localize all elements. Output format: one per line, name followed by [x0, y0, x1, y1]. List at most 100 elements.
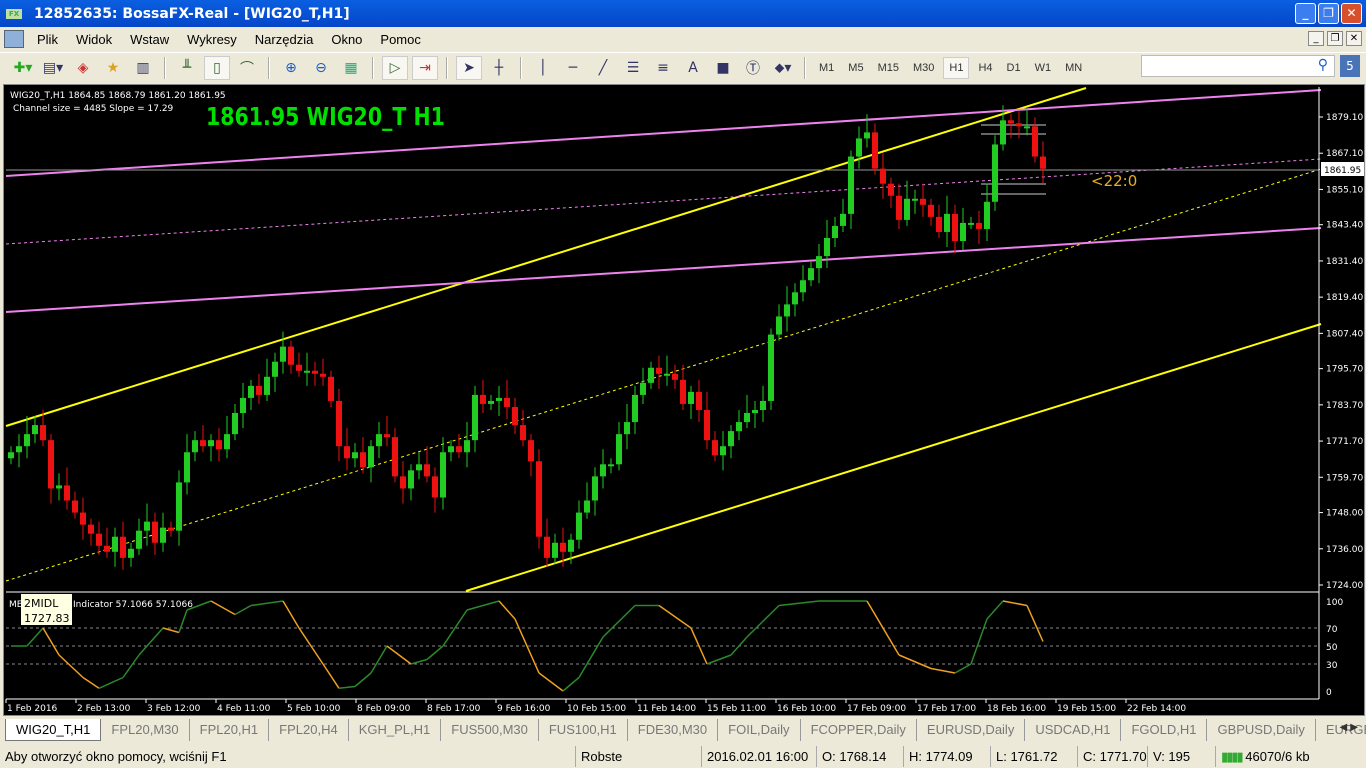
candle-body	[512, 406, 518, 426]
chart-tab[interactable]: GBPUSD,Daily	[1207, 719, 1316, 741]
menu-plik[interactable]: Plik	[28, 32, 67, 47]
candle-body	[944, 213, 950, 232]
candle-body	[592, 476, 598, 501]
chart-tab[interactable]: FGOLD,H1	[1121, 719, 1208, 741]
menu-wykresy[interactable]: Wykresy	[178, 32, 246, 47]
candle-body	[776, 316, 782, 335]
indicator-segment	[578, 636, 604, 678]
line-chart-icon[interactable]: ⌒	[234, 56, 260, 80]
autoscroll-icon[interactable]: ▷	[382, 55, 408, 80]
candle-body	[304, 370, 310, 373]
candle-body	[192, 440, 198, 453]
candle-body	[344, 446, 350, 459]
chart-tab[interactable]: WIG20_T,H1	[5, 719, 102, 741]
candle-body	[712, 440, 718, 456]
vertical-line-icon[interactable]: │	[530, 56, 556, 80]
time-tick-label: 8 Feb 09:00	[357, 704, 411, 714]
status-bar: Aby otworzyć okno pomocy, wciśnij F1 Rob…	[0, 745, 1366, 768]
mdi-chart-icon[interactable]	[4, 30, 24, 48]
timeframe-m1[interactable]: M1	[814, 58, 839, 78]
mdi-close-button[interactable]: ✕	[1346, 31, 1362, 46]
candle-body	[1024, 126, 1030, 129]
menu-wstaw[interactable]: Wstaw	[121, 32, 178, 47]
timeframe-h4[interactable]: H4	[973, 58, 997, 78]
menu-okno[interactable]: Okno	[322, 32, 371, 47]
candlestick-icon[interactable]: ▯	[204, 55, 230, 80]
time-tick-label: 19 Feb 15:00	[1057, 704, 1116, 714]
zoom-in-icon[interactable]: ⊕	[278, 56, 304, 80]
new-chart-icon[interactable]: ✚▾	[10, 56, 36, 80]
bar-close: C: 1771.70	[1077, 746, 1147, 767]
candle-body	[496, 397, 502, 401]
menu-pomoc[interactable]: Pomoc	[371, 32, 429, 47]
search-input[interactable]: ⚲	[1141, 55, 1335, 77]
indicator-segment	[282, 600, 300, 629]
menu-narzedzia[interactable]: Narzędzia	[246, 32, 323, 47]
candle-body	[96, 533, 102, 546]
text-label-icon[interactable]: Ⓣ	[740, 56, 766, 80]
navigator-icon[interactable]: ★	[100, 56, 126, 80]
timeframe-m15[interactable]: M15	[873, 58, 904, 78]
indicator-segment	[354, 672, 372, 688]
chart-shift-icon[interactable]: ⇥	[412, 55, 438, 80]
timeframe-mn[interactable]: MN	[1060, 58, 1087, 78]
tab-scroll-arrows[interactable]: ◀ ▶	[1339, 722, 1358, 733]
chart-tab[interactable]: USDCAD,H1	[1025, 719, 1122, 741]
mdi-minimize-button[interactable]: _	[1308, 31, 1324, 46]
chart-tab[interactable]: FPL20,H1	[190, 719, 270, 741]
candle-body	[584, 500, 590, 513]
candle-body	[464, 440, 470, 453]
search-icon[interactable]: ⚲	[1318, 57, 1328, 73]
timeframe-m5[interactable]: M5	[843, 58, 868, 78]
chart-tab[interactable]: FPL20,H4	[269, 719, 349, 741]
candle-body	[232, 413, 238, 435]
candle-body	[976, 222, 982, 229]
chart-tab[interactable]: FUS100,H1	[539, 719, 628, 741]
menu-widok[interactable]: Widok	[67, 32, 121, 47]
candle-body	[880, 168, 886, 184]
price-chart[interactable]: 1879.10 1867.10 1855.10 1843.40 1831.40 1819.…	[4, 85, 1366, 717]
terminal-icon[interactable]: ▥	[130, 56, 156, 80]
time-tick-label: 18 Feb 16:00	[987, 704, 1046, 714]
candle-body	[248, 385, 254, 398]
countdown-label: <22:0	[1091, 172, 1137, 190]
candle-body	[848, 156, 854, 214]
mdi-restore-button[interactable]: ❐	[1327, 31, 1343, 46]
cursor-icon[interactable]: ➤	[456, 55, 482, 80]
crosshair-icon[interactable]: ┼	[486, 56, 512, 80]
close-button[interactable]: ✕	[1341, 3, 1362, 24]
timeframe-h1[interactable]: H1	[943, 56, 970, 79]
equidistant-channel-icon[interactable]: ☰	[620, 56, 646, 80]
chart-tab[interactable]: FDE30,M30	[628, 719, 719, 741]
fibonacci-icon[interactable]: ≡	[650, 56, 676, 80]
indicator-segment	[970, 618, 988, 665]
timeframe-d1[interactable]: D1	[1002, 58, 1026, 78]
chart-tab[interactable]: EURUSD,Daily	[917, 719, 1026, 741]
candle-body	[888, 183, 894, 196]
profiles-icon[interactable]: ▤▾	[40, 56, 66, 80]
bar-chart-icon[interactable]: ╨	[174, 56, 200, 80]
bar-open: O: 1768.14	[816, 746, 903, 767]
market-watch-icon[interactable]: ◈	[70, 56, 96, 80]
minimize-button[interactable]: _	[1295, 3, 1316, 24]
chart-window[interactable]: 1879.10 1867.10 1855.10 1843.40 1831.40 1819.…	[3, 84, 1365, 716]
indicator-segment	[162, 627, 180, 634]
horizontal-line-icon[interactable]: ─	[560, 56, 586, 80]
arrows-icon[interactable]: ⬥▾	[770, 56, 796, 80]
text-icon[interactable]: A	[680, 56, 706, 80]
zoom-out-icon[interactable]: ⊖	[308, 56, 334, 80]
chart-tab[interactable]: FPL20,M30	[101, 719, 190, 741]
chart-tab[interactable]: FCOPPER,Daily	[801, 719, 917, 741]
indicator-level-label: 30	[1326, 661, 1338, 671]
signals-button[interactable]: 5	[1340, 55, 1360, 77]
chart-tab[interactable]: FUS500,M30	[441, 719, 539, 741]
candle-body	[936, 216, 942, 232]
rectangle-icon[interactable]: ■	[710, 56, 736, 80]
chart-tab[interactable]: KGH_PL,H1	[349, 719, 442, 741]
restore-button[interactable]: ❐	[1318, 3, 1339, 24]
timeframe-m30[interactable]: M30	[908, 58, 939, 78]
timeframe-w1[interactable]: W1	[1030, 58, 1057, 78]
trendline-icon[interactable]: ╱	[590, 56, 616, 80]
tile-windows-icon[interactable]: ▦	[338, 56, 364, 80]
chart-tab[interactable]: FOIL,Daily	[718, 719, 801, 741]
